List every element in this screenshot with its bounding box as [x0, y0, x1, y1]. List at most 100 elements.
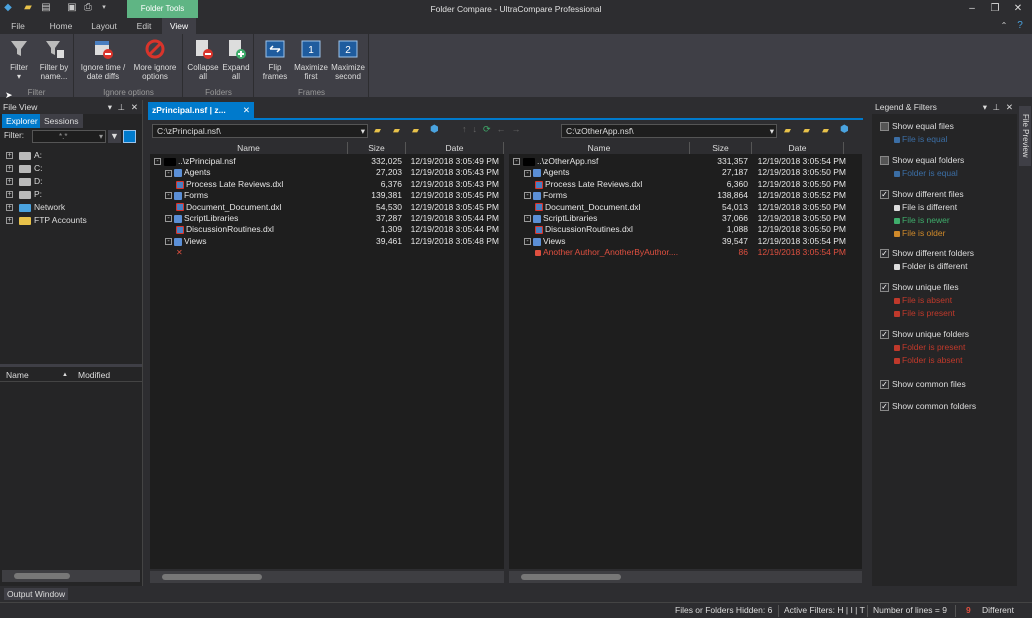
left-path-input[interactable]: C:\zPrincipal.nsf\ ▾: [152, 124, 368, 138]
legend-filter-checkbox[interactable]: ✓ Show unique folders: [880, 329, 969, 340]
restore-icon[interactable]: ❐: [985, 2, 1005, 16]
right-ftp-icon[interactable]: ⬢: [840, 124, 852, 136]
legend-filter-checkbox[interactable]: ✓ Show different folders: [880, 248, 974, 259]
right-compare-pane[interactable]: - ..\zOtherApp.nsf 331,357 12/19/2018 3:05:…: [509, 154, 862, 569]
file-preview-tab[interactable]: File Preview: [1019, 106, 1031, 166]
view-mode-icon[interactable]: [123, 130, 136, 143]
left-hscroll[interactable]: [150, 571, 504, 583]
compare-row[interactable]: Document_Document.dxl 54,013 12/19/2018 3:…: [509, 202, 862, 213]
compare-row[interactable]: - Agents 27,203 12/19/2018 3:05:43 PM: [150, 167, 504, 178]
checkbox-checked-icon[interactable]: ✓: [880, 283, 889, 293]
checkbox-unchecked-icon[interactable]: [880, 122, 889, 132]
tree-item-drive-a[interactable]: + A:: [6, 149, 42, 161]
output-window-tab[interactable]: Output Window: [4, 588, 69, 600]
tab-sessions[interactable]: Sessions: [40, 114, 83, 128]
maximize-first-button[interactable]: 1 Maximize first: [293, 38, 329, 81]
minimize-icon[interactable]: –: [962, 2, 982, 16]
compare-row[interactable]: Another Author_AnotherByAuthor.... 86 12/1…: [509, 247, 862, 258]
filter-dropdown-icon[interactable]: ▾: [99, 131, 103, 142]
right-path-input[interactable]: C:\zOtherApp.nsf\ ▾: [561, 124, 777, 138]
file-view-hscroll[interactable]: [2, 570, 140, 582]
right-column-size[interactable]: Size: [690, 142, 752, 154]
compare-row[interactable]: DiscussionRoutines.dxl 1,088 12/19/2018 3:…: [509, 224, 862, 235]
compare-row[interactable]: Document_Document.dxl 54,530 12/19/2018 3:…: [150, 202, 504, 213]
tree-item-drive-d[interactable]: + D:: [6, 175, 43, 187]
compare-row[interactable]: - ScriptLibraries 37,287 12/19/2018 3:05:44…: [150, 213, 504, 224]
right-path-dropdown-icon[interactable]: ▾: [770, 125, 774, 137]
right-browse-icon[interactable]: ▰: [784, 125, 796, 137]
doc-tab-compare[interactable]: zPrincipal.nsf | z... ✕: [148, 102, 254, 118]
legend-pin-icon[interactable]: ⊥: [993, 100, 1000, 114]
legend-filter-checkbox[interactable]: ✓ Show different files: [880, 189, 964, 200]
left-column-date[interactable]: Date: [406, 142, 504, 154]
left-column-size[interactable]: Size: [348, 142, 406, 154]
checkbox-checked-icon[interactable]: ✓: [880, 330, 889, 340]
doc-tab-close-icon[interactable]: ✕: [243, 102, 250, 118]
maximize-second-button[interactable]: 2 Maximize second: [329, 38, 367, 81]
right-open-folder-icon[interactable]: ▰: [803, 125, 815, 137]
legend-filter-checkbox[interactable]: ✓ Show common folders: [880, 401, 976, 412]
filter-button[interactable]: Filter ▾: [4, 38, 34, 81]
legend-close-icon[interactable]: ✕: [1006, 100, 1013, 114]
compare-row[interactable]: Process Late Reviews.dxl 6,376 12/19/2018 …: [150, 179, 504, 190]
flip-frames-button[interactable]: Flip frames: [257, 38, 293, 81]
right-column-date[interactable]: Date: [752, 142, 844, 154]
left-path-dropdown-icon[interactable]: ▾: [361, 125, 365, 137]
help-icon[interactable]: ?: [1010, 19, 1030, 33]
checkbox-checked-icon[interactable]: ✓: [880, 190, 889, 200]
left-ftp-icon[interactable]: ⬢: [430, 124, 442, 136]
tab-edit[interactable]: Edit: [130, 18, 158, 34]
left-open-folder-icon[interactable]: ▰: [393, 125, 405, 137]
more-ignore-button[interactable]: More ignore options: [129, 38, 181, 81]
filter-input[interactable]: *.* ▾: [32, 130, 106, 143]
checkbox-checked-icon[interactable]: ✓: [880, 249, 889, 259]
ignore-time-button[interactable]: Ignore time / date diffs: [79, 38, 127, 81]
tree-item-drive-c[interactable]: + C:: [6, 162, 43, 174]
tree-item-ftp[interactable]: + FTP Accounts: [6, 214, 87, 226]
compare-row[interactable]: DiscussionRoutines.dxl 1,309 12/19/2018 3:…: [150, 224, 504, 235]
splitter[interactable]: [0, 364, 142, 367]
compare-row[interactable]: - ScriptLibraries 37,066 12/19/2018 3:05:50…: [509, 213, 862, 224]
tab-view[interactable]: View: [162, 18, 196, 34]
checkbox-unchecked-icon[interactable]: [880, 156, 889, 166]
column-name[interactable]: Name: [6, 368, 29, 382]
left-column-name[interactable]: Name: [150, 142, 348, 154]
tree-item-network[interactable]: + Network: [6, 201, 65, 213]
left-recent-icon[interactable]: ▰: [412, 125, 424, 137]
refresh-icon[interactable]: ⟳: [483, 124, 497, 134]
tree-item-drive-p[interactable]: + P:: [6, 188, 42, 200]
expand-all-button[interactable]: Expand all: [220, 38, 252, 81]
panel-close-icon[interactable]: ✕: [131, 100, 138, 114]
panel-dropdown-icon[interactable]: ▾: [108, 100, 112, 114]
compare-row[interactable]: - Views 39,547 12/19/2018 3:05:54 PM: [509, 236, 862, 247]
legend-dropdown-icon[interactable]: ▾: [983, 100, 987, 114]
sync-nav-icons[interactable]: ↑↓⟳←→: [462, 124, 550, 138]
compare-row[interactable]: Process Late Reviews.dxl 6,360 12/19/2018 …: [509, 179, 862, 190]
right-column-name[interactable]: Name: [509, 142, 690, 154]
compare-row[interactable]: - ..\zPrincipal.nsf 332,025 12/19/2018 3:05…: [150, 156, 504, 167]
close-icon[interactable]: ✕: [1008, 2, 1028, 16]
legend-filter-checkbox[interactable]: Show equal folders: [880, 155, 964, 166]
tab-layout[interactable]: Layout: [84, 18, 124, 34]
legend-filter-checkbox[interactable]: ✓ Show common files: [880, 379, 966, 390]
apply-filter-icon[interactable]: ▼: [108, 130, 121, 143]
compare-row[interactable]: - ..\zOtherApp.nsf 331,357 12/19/2018 3:05:…: [509, 156, 862, 167]
legend-filter-checkbox[interactable]: Show equal files: [880, 121, 954, 132]
compare-row[interactable]: - Views 39,461 12/19/2018 3:05:48 PM: [150, 236, 504, 247]
compare-row[interactable]: - Forms 139,381 12/19/2018 3:05:45 PM: [150, 190, 504, 201]
collapse-all-button[interactable]: Collapse all: [186, 38, 220, 81]
tab-explorer[interactable]: Explorer: [2, 114, 42, 128]
compare-row[interactable]: ✕: [150, 247, 504, 258]
compare-row[interactable]: - Forms 138,864 12/19/2018 3:05:52 PM: [509, 190, 862, 201]
right-hscroll[interactable]: [509, 571, 862, 583]
checkbox-checked-icon[interactable]: ✓: [880, 402, 889, 412]
pin-icon[interactable]: ⊥: [118, 100, 125, 114]
left-browse-icon[interactable]: ▰: [374, 125, 386, 137]
filter-by-name-button[interactable]: Filter by name...: [36, 38, 72, 81]
tab-home[interactable]: Home: [44, 18, 78, 34]
compare-row[interactable]: - Agents 27,187 12/19/2018 3:05:50 PM: [509, 167, 862, 178]
right-recent-icon[interactable]: ▰: [822, 125, 834, 137]
checkbox-checked-icon[interactable]: ✓: [880, 380, 889, 390]
tab-file[interactable]: File: [4, 18, 32, 34]
column-modified[interactable]: Modified: [78, 368, 110, 382]
